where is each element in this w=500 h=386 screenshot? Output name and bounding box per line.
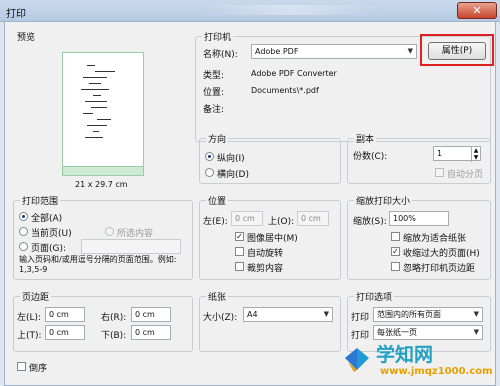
landscape-label: 横向(D)	[217, 170, 249, 180]
collate-checkbox[interactable]	[435, 168, 444, 177]
orientation-group-title: 方向	[206, 132, 229, 145]
margin-top-value: 0 cm	[49, 328, 69, 337]
paper-group-title: 纸张	[206, 290, 229, 303]
printer-comment-label: 备注:	[203, 105, 225, 115]
center-image-label: 图像居中(M)	[247, 234, 298, 244]
print-options-group-title: 打印选项	[354, 290, 395, 303]
scaling-group-title: 缩放打印大小	[354, 194, 413, 207]
crop-content-label: 裁剪内容	[247, 264, 284, 274]
printer-name-label: 名称(N):	[203, 50, 238, 60]
printer-name-value: Adobe PDF	[255, 47, 299, 56]
watermark-title: 学知网	[376, 344, 434, 366]
margin-bottom-input[interactable]: 0 cm	[131, 325, 171, 340]
auto-rotate-label: 自动旋转	[247, 249, 284, 259]
printer-location-value: Documents\*.pdf	[251, 86, 319, 95]
reverse-order-checkbox[interactable]	[17, 362, 26, 371]
margin-left-value: 0 cm	[49, 310, 69, 319]
title-bar: 打印 ✕	[0, 0, 500, 22]
copies-group-title: 副本	[354, 132, 377, 145]
copies-count-label: 份数(C):	[353, 152, 388, 162]
center-image-checkbox[interactable]: ✓	[235, 232, 244, 241]
chevron-down-icon: ▼	[473, 310, 479, 318]
range-selection-radio[interactable]	[105, 227, 114, 236]
position-left-label: 左(E):	[203, 217, 228, 227]
position-group-title: 位置	[206, 194, 229, 207]
position-top-label: 上(O):	[268, 217, 295, 227]
range-selection-label: 所选内容	[117, 229, 154, 239]
margins-group-title: 页边距	[20, 290, 52, 303]
ignore-margins-label: 忽略打印机页边距	[403, 264, 476, 274]
print-subset-select[interactable]: 范围内的所有页面 ▼	[373, 307, 483, 322]
fit-paper-checkbox[interactable]	[391, 232, 400, 241]
position-left-value: 0 cm	[235, 214, 255, 223]
range-all-radio[interactable]	[19, 212, 28, 221]
margin-left-input[interactable]: 0 cm	[45, 307, 85, 322]
paper-size-text: 21 x 29.7 cm	[75, 180, 128, 189]
copies-count-input[interactable]: 1 ▲ ▼	[433, 146, 481, 162]
range-pages-radio[interactable]	[19, 242, 28, 251]
portrait-radio[interactable]	[205, 152, 214, 161]
print-range-group-title: 打印范围	[20, 194, 61, 207]
paper-size-label: 大小(Z):	[203, 313, 238, 323]
margin-right-value: 0 cm	[135, 310, 155, 319]
printer-location-label: 位置:	[203, 88, 225, 98]
highlight-box	[420, 34, 494, 66]
window-title: 打印	[6, 9, 26, 20]
shrink-oversized-label: 收缩过大的页面(H)	[403, 249, 480, 259]
position-left-input[interactable]: 0 cm	[231, 211, 263, 226]
margin-top-label: 上(T):	[17, 331, 42, 341]
margin-bottom-value: 0 cm	[135, 328, 155, 337]
print-subset-value: 范围内的所有页面	[377, 310, 441, 319]
fit-paper-label: 缩放为适合纸张	[403, 234, 467, 244]
paper-size-value: A4	[247, 310, 258, 319]
pages-per-sheet-value: 每张纸一页	[377, 328, 417, 337]
printer-name-select[interactable]: Adobe PDF ▼	[251, 44, 417, 59]
margin-left-label: 左(L):	[17, 313, 42, 323]
range-current-page-radio[interactable]	[19, 227, 28, 236]
print-subset-label: 打印	[351, 313, 370, 323]
scale-label: 缩放(S):	[353, 217, 387, 227]
chevron-down-icon: ▼	[407, 47, 413, 55]
scale-input[interactable]: 100%	[389, 211, 449, 226]
watermark-logo-icon	[345, 348, 369, 372]
copies-count-value: 1	[437, 149, 443, 158]
shrink-oversized-checkbox[interactable]: ✓	[391, 247, 400, 256]
close-button[interactable]: ✕	[457, 2, 497, 19]
crop-content-checkbox[interactable]	[235, 262, 244, 271]
watermark-url: www.jmqz1000.com	[380, 366, 493, 377]
margin-top-input[interactable]: 0 cm	[45, 325, 85, 340]
margin-bottom-label: 下(B):	[101, 331, 127, 341]
ignore-margins-checkbox[interactable]	[391, 262, 400, 271]
range-all-label: 全部(A)	[31, 214, 63, 224]
preview-page	[62, 52, 144, 167]
margins-group: 页边距	[13, 290, 193, 352]
range-pages-input[interactable]	[81, 239, 181, 254]
reverse-order-label: 倒序	[29, 364, 48, 374]
landscape-radio[interactable]	[205, 168, 214, 177]
title-bar-gloss	[200, 5, 380, 15]
collate-label: 自动分页	[447, 170, 484, 180]
range-pages-label: 页面(G):	[31, 244, 67, 254]
portrait-label: 纵向(I)	[217, 154, 245, 164]
printer-type-label: 类型:	[203, 71, 225, 81]
position-top-input[interactable]: 0 cm	[297, 211, 329, 226]
position-top-value: 0 cm	[301, 214, 321, 223]
preview-page-shadow	[62, 167, 144, 176]
printer-type-value: Adobe PDF Converter	[251, 69, 337, 78]
preview-label: 预览	[17, 33, 36, 43]
chevron-down-icon: ▼	[323, 310, 329, 318]
margin-right-input[interactable]: 0 cm	[131, 307, 171, 322]
range-current-page-label: 当前页(U)	[31, 229, 72, 239]
margin-right-label: 右(R):	[101, 313, 127, 323]
preview-content	[79, 65, 124, 145]
range-hint-text: 输入页码和/或用逗号分隔的页面范围。例如: 1,3,5-9	[19, 255, 177, 274]
paper-group: 纸张	[199, 290, 341, 352]
watermark: 学知网 www.jmqz1000.com	[342, 338, 498, 386]
scale-value: 100%	[393, 214, 416, 223]
auto-rotate-checkbox[interactable]	[235, 247, 244, 256]
dialog-body: 预览 21 x 29.7 cm 打印机 名称(N): Adobe PDF ▼ 属…	[4, 22, 496, 386]
paper-size-select[interactable]: A4 ▼	[243, 307, 333, 322]
printer-group-title: 打印机	[202, 30, 234, 43]
spin-arrows-icon[interactable]: ▲ ▼	[471, 147, 480, 162]
